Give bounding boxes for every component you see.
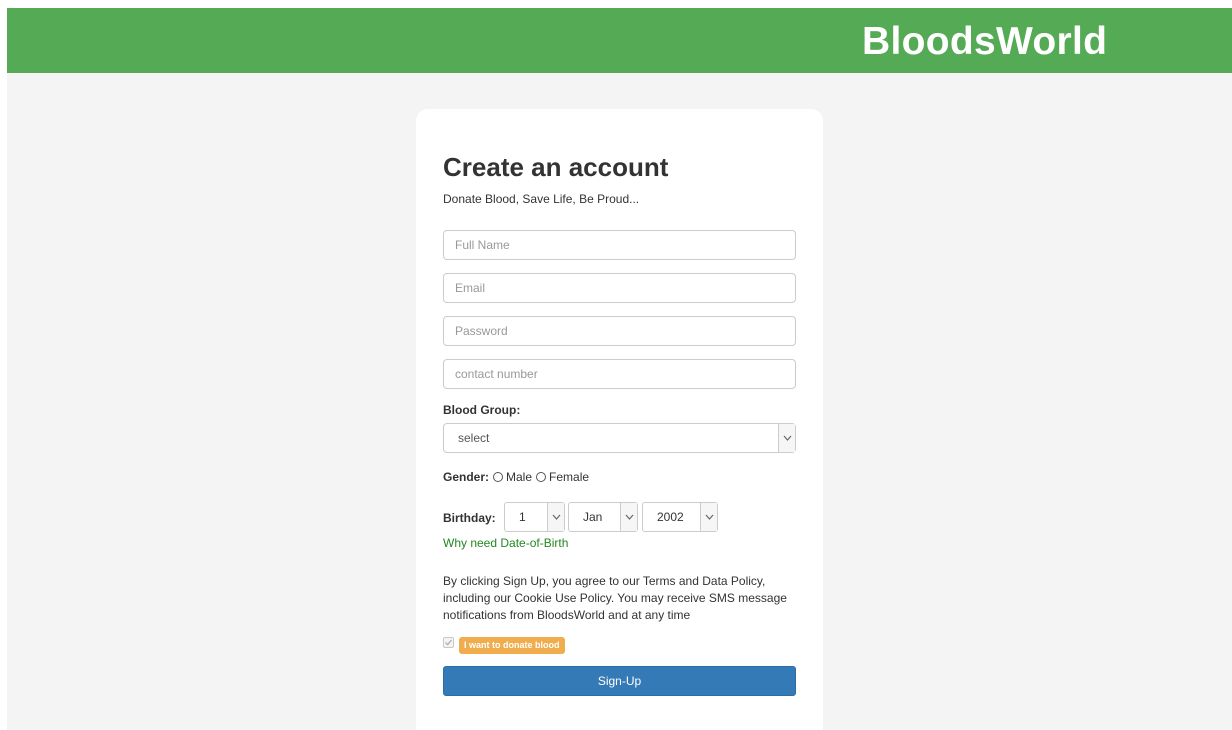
- contact-number-input[interactable]: [443, 359, 796, 389]
- chevron-down-icon: [778, 424, 795, 452]
- signup-button[interactable]: Sign-Up: [443, 666, 796, 696]
- birthday-day-select[interactable]: 1: [504, 502, 565, 532]
- blood-group-label: Blood Group:: [443, 403, 521, 417]
- full-name-input[interactable]: [443, 230, 796, 260]
- password-input[interactable]: [443, 316, 796, 346]
- gender-male-radio[interactable]: [493, 472, 504, 482]
- terms-text: By clicking Sign Up, you agree to our Te…: [443, 574, 787, 622]
- page-subtitle: Donate Blood, Save Life, Be Proud...: [443, 192, 640, 206]
- blood-group-selected-value: select: [458, 431, 490, 445]
- birthday-month-value: Jan: [583, 510, 603, 524]
- gender-group: Gender: Male Female: [443, 469, 589, 485]
- birthday-label: Birthday:: [443, 511, 496, 525]
- birthday-year-select[interactable]: 2002: [642, 502, 718, 532]
- birthday-day-value: 1: [519, 510, 526, 524]
- email-input[interactable]: [443, 273, 796, 303]
- chevron-down-icon: [620, 503, 637, 531]
- page-title: Create an account: [443, 152, 669, 182]
- birthday-year-value: 2002: [657, 510, 684, 524]
- blood-group-select[interactable]: select: [443, 423, 796, 453]
- gender-label: Gender:: [443, 470, 490, 484]
- donate-checkbox[interactable]: [443, 637, 454, 648]
- gender-male-label[interactable]: Male: [506, 469, 532, 485]
- brand-logo[interactable]: BloodsWorld: [862, 18, 1107, 66]
- check-icon: [445, 639, 452, 646]
- birthday-month-select[interactable]: Jan: [568, 502, 638, 532]
- donate-badge[interactable]: I want to donate blood: [459, 637, 565, 654]
- page-frame: BloodsWorld Create an account Donate Blo…: [7, 8, 1232, 730]
- gender-female-label[interactable]: Female: [549, 469, 589, 485]
- top-header: BloodsWorld: [7, 8, 1232, 73]
- gender-female-radio[interactable]: [536, 472, 547, 482]
- chevron-down-icon: [700, 503, 717, 531]
- chevron-down-icon: [547, 503, 564, 531]
- why-dob-link[interactable]: Why need Date-of-Birth: [443, 535, 568, 551]
- signup-card: Create an account Donate Blood, Save Lif…: [416, 109, 823, 730]
